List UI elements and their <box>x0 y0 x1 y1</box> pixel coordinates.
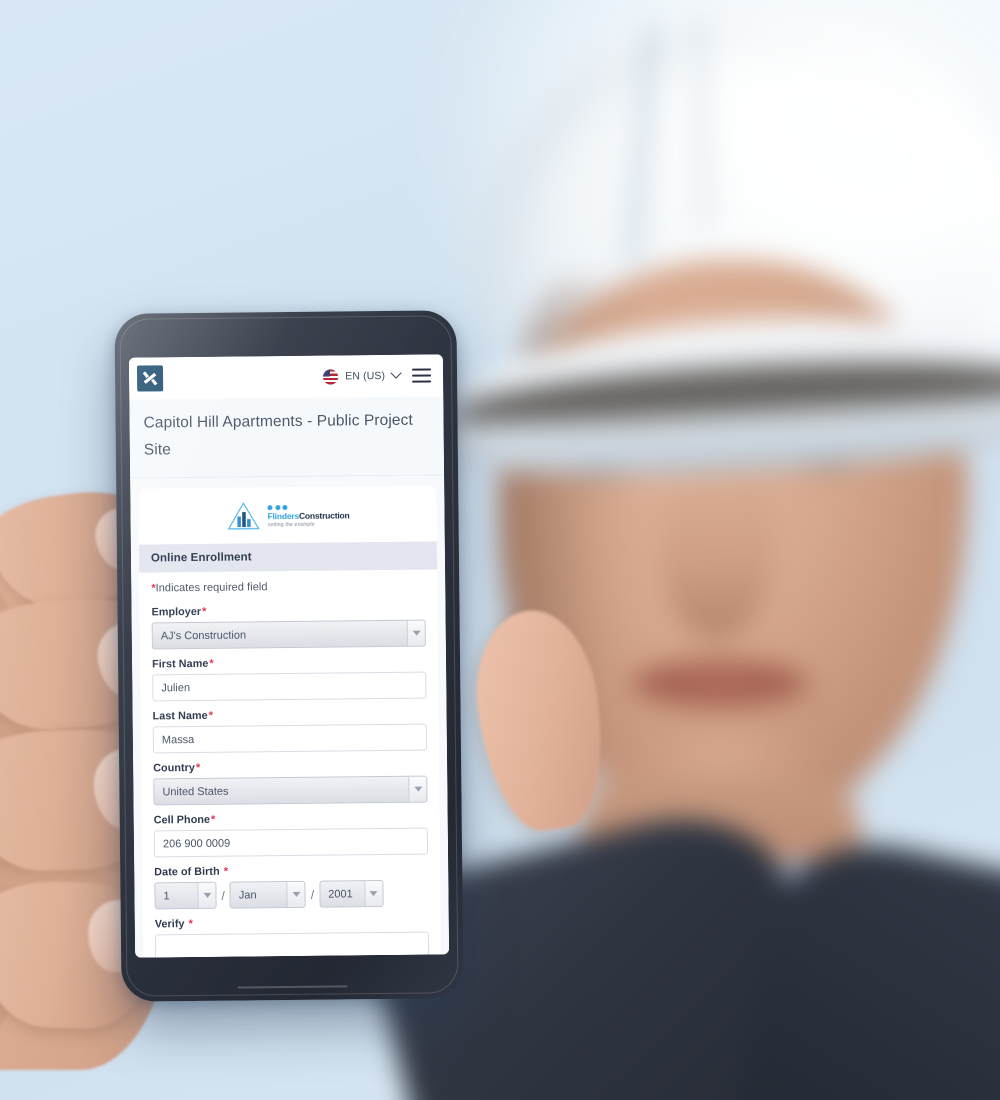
input-verify[interactable] <box>154 931 430 958</box>
required-marker: * <box>210 814 216 827</box>
company-logo: FlindersConstruction setting the example <box>225 501 350 532</box>
company-tagline: setting the example <box>267 521 315 528</box>
required-marker: * <box>195 762 201 775</box>
company-name-part-a: Flinders <box>267 510 300 522</box>
page-title-band: Capitol Hill Apartments - Public Project… <box>129 396 445 479</box>
select-dob-year[interactable]: 2001 <box>319 880 384 909</box>
required-marker: * <box>208 710 214 723</box>
label-employer: Employer* <box>151 604 425 619</box>
input-first-name[interactable] <box>152 671 427 702</box>
required-field-note: *Indicates required field <box>151 580 425 595</box>
scene: EN (US) Capitol Hill Apartments - Public… <box>0 0 1000 1100</box>
label-cell-phone: Cell Phone* <box>154 812 428 827</box>
field-country: Country* United States <box>153 760 428 806</box>
select-country[interactable]: United States <box>153 775 428 806</box>
company-name-part-b: Construction <box>298 510 350 521</box>
select-dob-day[interactable]: 1 <box>154 882 217 910</box>
label-first-name: First Name* <box>152 656 426 671</box>
dropdown-arrow-icon[interactable] <box>286 882 305 908</box>
label-verify: Verify * <box>154 916 429 931</box>
hamburger-bar <box>412 380 432 383</box>
input-cell-phone[interactable] <box>153 827 429 858</box>
company-logo-text: FlindersConstruction setting the example <box>267 504 350 528</box>
dob-year-value: 2001 <box>328 888 353 901</box>
label-verify-text: Verify <box>154 918 185 931</box>
company-name: FlindersConstruction <box>267 510 350 522</box>
label-date-of-birth: Date of Birth * <box>154 864 428 879</box>
field-employer: Employer* AJ's Construction <box>151 604 426 650</box>
required-marker: * <box>223 865 229 879</box>
hammer-logo-icon[interactable] <box>136 365 164 392</box>
select-dob-month[interactable]: Jan <box>229 881 306 909</box>
dob-day-value: 1 <box>163 890 170 903</box>
required-marker: * <box>202 606 207 619</box>
label-employer-text: Employer <box>151 606 202 619</box>
mouth <box>630 660 810 708</box>
nose <box>660 460 772 640</box>
logo-dots-icon <box>267 504 349 511</box>
company-logo-row: FlindersConstruction setting the example <box>138 486 437 545</box>
required-note-text: Indicates required field <box>155 581 268 595</box>
dob-separator: / <box>221 888 225 903</box>
header-controls: EN (US) <box>323 367 432 385</box>
date-of-birth-row: 1 / Jan / 2001 <box>154 880 428 910</box>
dob-separator: / <box>310 887 315 902</box>
logo-dot <box>267 505 273 511</box>
section-header: Online Enrollment <box>138 541 438 573</box>
app-header: EN (US) <box>128 354 444 400</box>
dob-month-value: Jan <box>238 889 257 902</box>
label-date-of-birth-text: Date of Birth <box>154 866 220 879</box>
smartphone-device: EN (US) Capitol Hill Apartments - Public… <box>114 310 464 1002</box>
dropdown-arrow-icon[interactable] <box>406 620 425 647</box>
content-area: FlindersConstruction setting the example… <box>130 475 450 958</box>
chevron-down-icon[interactable] <box>390 367 402 379</box>
enrollment-form: *Indicates required field Employer* AJ's… <box>139 570 441 958</box>
field-cell-phone: Cell Phone* <box>153 812 429 858</box>
hamburger-bar <box>412 368 432 372</box>
field-first-name: First Name* <box>152 656 427 702</box>
enrollment-card: FlindersConstruction setting the example… <box>138 485 442 958</box>
us-flag-icon <box>323 368 339 385</box>
dropdown-arrow-icon[interactable] <box>197 883 216 909</box>
building-outline-icon <box>227 502 260 530</box>
label-country-text: Country <box>153 762 195 775</box>
hamburger-bar <box>412 374 432 377</box>
required-marker: * <box>209 658 214 671</box>
label-cell-phone-text: Cell Phone <box>153 814 211 827</box>
input-last-name[interactable] <box>152 723 428 754</box>
select-employer-value: AJ's Construction <box>160 629 247 643</box>
phone-bottom-accent <box>237 985 348 989</box>
label-last-name-text: Last Name <box>152 710 208 723</box>
dropdown-arrow-icon[interactable] <box>408 776 427 803</box>
dropdown-arrow-icon[interactable] <box>364 881 383 907</box>
select-country-value: United States <box>162 785 229 799</box>
label-last-name: Last Name* <box>153 708 427 723</box>
select-employer[interactable]: AJ's Construction <box>151 619 426 650</box>
field-last-name: Last Name* <box>152 708 428 754</box>
field-verify: Verify * <box>154 916 430 958</box>
enrollment-app: EN (US) Capitol Hill Apartments - Public… <box>128 354 450 958</box>
logo-dot <box>274 505 280 511</box>
logo-dot <box>282 505 288 511</box>
required-marker: * <box>188 918 193 931</box>
field-date-of-birth: Date of Birth * 1 / Jan / 2001 <box>154 864 428 910</box>
language-label[interactable]: EN (US) <box>345 370 385 382</box>
label-country: Country* <box>153 760 427 775</box>
page-title: Capitol Hill Apartments - Public Project… <box>143 411 413 459</box>
phone-screen[interactable]: EN (US) Capitol Hill Apartments - Public… <box>128 354 450 958</box>
label-first-name-text: First Name <box>152 658 209 671</box>
hamburger-menu-icon[interactable] <box>412 368 432 383</box>
